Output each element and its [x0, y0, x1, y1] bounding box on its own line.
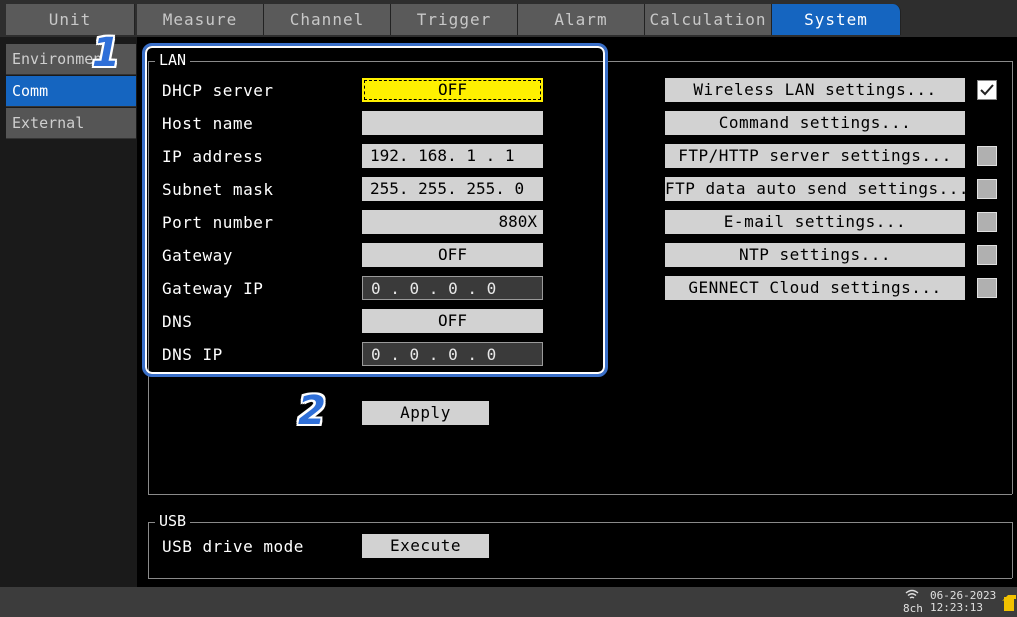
sidebar: Environment Comm External [0, 37, 137, 587]
callout-1: 1 [92, 30, 120, 76]
tab-bar: Unit Measure Channel Trigger Alarm Calcu… [0, 0, 1017, 37]
ntp-settings-button[interactable]: NTP settings... [665, 243, 965, 267]
tab-alarm[interactable]: Alarm [518, 4, 645, 35]
ftp-data-auto-send-settings-button[interactable]: FTP data auto send settings... [665, 177, 968, 201]
tab-measure[interactable]: Measure [137, 4, 264, 35]
checkmark-icon [980, 84, 994, 96]
callout-2: 2 [298, 388, 326, 434]
usb-drive-mode-label: USB drive mode [162, 537, 304, 556]
usb-execute-button[interactable]: Execute [362, 534, 489, 558]
lan-highlight-frame [142, 43, 608, 377]
ntp-checkbox[interactable] [977, 245, 997, 265]
usb-group-title: USB [155, 512, 191, 530]
email-settings-button[interactable]: E-mail settings... [665, 210, 965, 234]
sidebar-item-comm[interactable]: Comm [6, 76, 136, 107]
power-indicator-icon [1002, 595, 1016, 611]
wireless-lan-checkbox[interactable] [977, 80, 997, 100]
usb-group-bottom [148, 578, 1012, 579]
lan-group-bottom [148, 494, 1012, 495]
gennect-cloud-checkbox[interactable] [977, 278, 997, 298]
email-checkbox[interactable] [977, 212, 997, 232]
usb-left-border [148, 522, 149, 578]
wireless-lan-settings-button[interactable]: Wireless LAN settings... [665, 78, 965, 102]
usb-right-border [1012, 522, 1013, 578]
status-bar: 8ch 06-26-2023 12:23:13 [0, 587, 1017, 617]
panel-right-border [1012, 61, 1013, 494]
tab-calculation[interactable]: Calculation [645, 4, 772, 35]
ftp-data-auto-send-checkbox[interactable] [977, 179, 997, 199]
tab-trigger[interactable]: Trigger [391, 4, 518, 35]
ftp-http-server-checkbox[interactable] [977, 146, 997, 166]
ftp-http-server-settings-button[interactable]: FTP/HTTP server settings... [665, 144, 965, 168]
wifi-icon [905, 589, 919, 599]
sidebar-item-external[interactable]: External [6, 108, 136, 139]
tab-system[interactable]: System [772, 4, 901, 35]
gennect-cloud-settings-button[interactable]: GENNECT Cloud settings... [665, 276, 965, 300]
apply-button[interactable]: Apply [362, 401, 489, 425]
command-settings-button[interactable]: Command settings... [665, 111, 965, 135]
tab-channel[interactable]: Channel [264, 4, 391, 35]
usb-group-divider [148, 522, 1012, 523]
status-time: 12:23:13 [930, 601, 983, 614]
channel-count: 8ch [903, 602, 923, 615]
